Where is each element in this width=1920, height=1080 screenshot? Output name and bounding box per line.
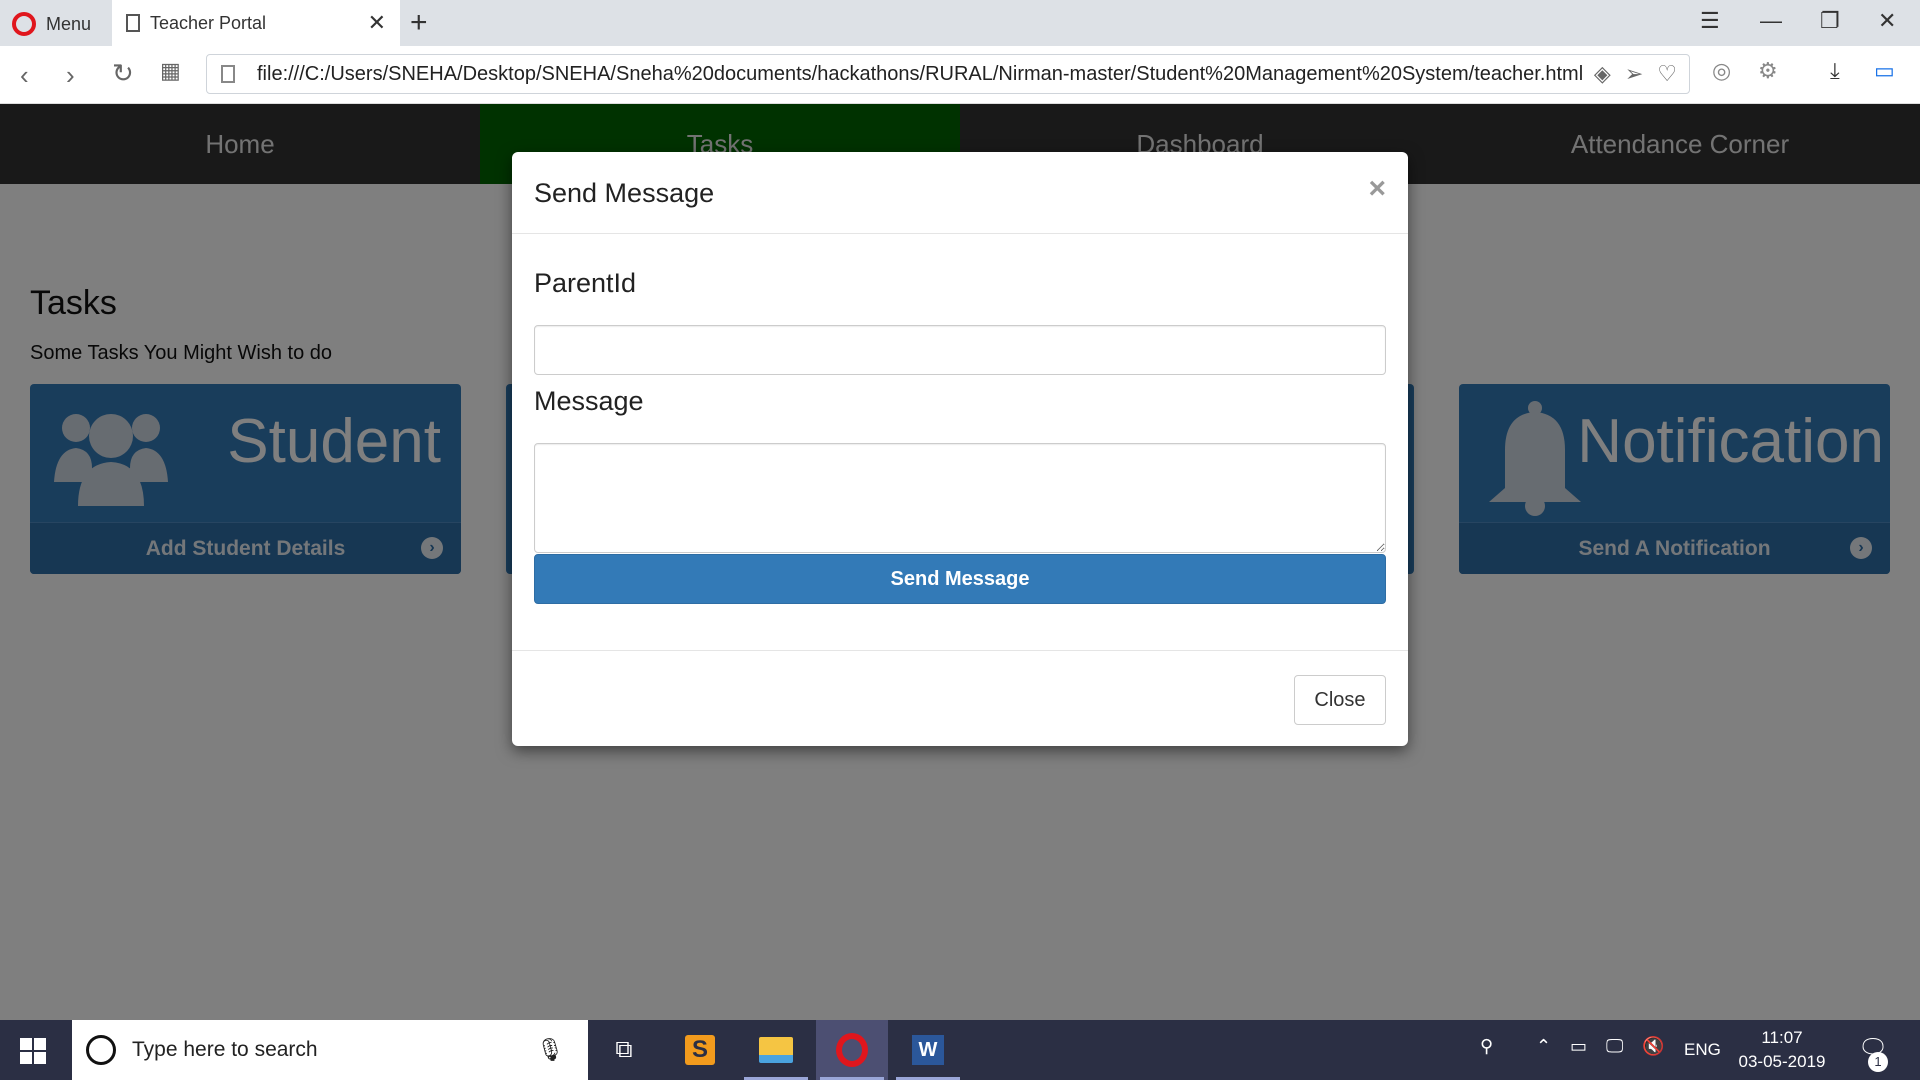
- file-explorer-icon[interactable]: [740, 1020, 812, 1080]
- page-icon: [221, 65, 235, 83]
- speed-dial-icon[interactable]: ▦: [160, 58, 181, 84]
- tab-teacher-portal[interactable]: Teacher Portal ✕: [112, 0, 400, 46]
- show-hidden-icons-icon[interactable]: ⌃: [1536, 1036, 1551, 1057]
- taskbar-search[interactable]: Type here to search 🎙: [72, 1020, 588, 1080]
- send-icon[interactable]: ➢: [1625, 61, 1643, 87]
- language-indicator[interactable]: ENG: [1684, 1040, 1721, 1060]
- opera-menu-button[interactable]: Menu: [12, 10, 91, 38]
- microphone-icon[interactable]: 🎙: [536, 1037, 564, 1063]
- sublime-text-icon[interactable]: S: [664, 1020, 736, 1080]
- url-actions: ◈ ➢ ♡: [1594, 61, 1677, 87]
- modal-title: Send Message: [534, 178, 715, 208]
- address-bar-row: ‹ › ↻ ▦ file:///C:/Users/SNEHA/Desktop/S…: [0, 46, 1920, 104]
- tab-title: Teacher Portal: [150, 12, 267, 33]
- url-text: file:///C:/Users/SNEHA/Desktop/SNEHA/Sne…: [257, 62, 1584, 85]
- modal-header: Send Message ×: [512, 152, 1408, 234]
- cube-icon[interactable]: ◈: [1594, 61, 1611, 87]
- network-icon[interactable]: 🖵: [1606, 1036, 1623, 1057]
- download-icon[interactable]: ⤓: [1830, 58, 1840, 84]
- send-message-modal: Send Message × ParentId Message Send Mes…: [512, 152, 1408, 746]
- word-icon[interactable]: W: [892, 1020, 964, 1080]
- modal-close-icon[interactable]: ×: [1368, 172, 1386, 206]
- cortana-icon: [86, 1035, 116, 1065]
- heart-icon[interactable]: ♡: [1657, 61, 1677, 87]
- document-icon: [126, 14, 140, 32]
- forward-icon[interactable]: ›: [66, 60, 75, 91]
- battery-icon[interactable]: ▭: [1570, 1036, 1587, 1057]
- new-tab-icon[interactable]: +: [410, 6, 428, 40]
- reload-icon[interactable]: ↻: [112, 58, 134, 89]
- minimize-icon[interactable]: —: [1760, 8, 1782, 34]
- parent-id-input[interactable]: [534, 325, 1386, 375]
- task-view-icon[interactable]: ⧉: [588, 1020, 660, 1080]
- message-label: Message: [534, 386, 644, 416]
- windows-taskbar: Type here to search 🎙 ⧉ S W ⚲ ⌃ ▭ 🖵 🔇 EN…: [0, 1020, 1920, 1080]
- windows-start-icon[interactable]: [20, 1038, 46, 1064]
- taskbar-clock[interactable]: 11:07 03-05-2019: [1732, 1026, 1832, 1074]
- settings-icon[interactable]: ⚙: [1758, 58, 1778, 84]
- send-message-button[interactable]: Send Message: [534, 554, 1386, 604]
- opera-taskbar-icon[interactable]: [816, 1020, 888, 1080]
- url-field[interactable]: file:///C:/Users/SNEHA/Desktop/SNEHA/Sne…: [206, 54, 1690, 94]
- notification-count-badge: 1: [1868, 1052, 1888, 1072]
- people-icon[interactable]: ⚲: [1480, 1036, 1493, 1057]
- battery-saver-icon[interactable]: ▭: [1874, 58, 1895, 84]
- menu-label: Menu: [46, 13, 92, 34]
- tab-menu-icon[interactable]: ☰: [1700, 8, 1720, 34]
- restore-icon[interactable]: ❐: [1820, 8, 1840, 34]
- vpn-icon[interactable]: ◎: [1712, 58, 1731, 84]
- message-textarea[interactable]: [534, 443, 1386, 553]
- back-icon[interactable]: ‹: [20, 60, 29, 91]
- opera-logo-icon: [12, 12, 36, 36]
- volume-muted-icon[interactable]: 🔇: [1642, 1036, 1664, 1057]
- clock-date: 03-05-2019: [1738, 1052, 1826, 1071]
- parent-id-label: ParentId: [534, 268, 637, 298]
- browser-tab-bar: Menu Teacher Portal ✕ + ☰ — ❐ ✕: [0, 0, 1920, 46]
- close-tab-icon[interactable]: ✕: [368, 10, 386, 36]
- close-button[interactable]: Close: [1294, 675, 1386, 725]
- close-window-icon[interactable]: ✕: [1878, 8, 1896, 34]
- search-placeholder: Type here to search: [132, 1038, 318, 1061]
- modal-footer: Close: [512, 650, 1408, 746]
- clock-time: 11:07: [1761, 1028, 1803, 1047]
